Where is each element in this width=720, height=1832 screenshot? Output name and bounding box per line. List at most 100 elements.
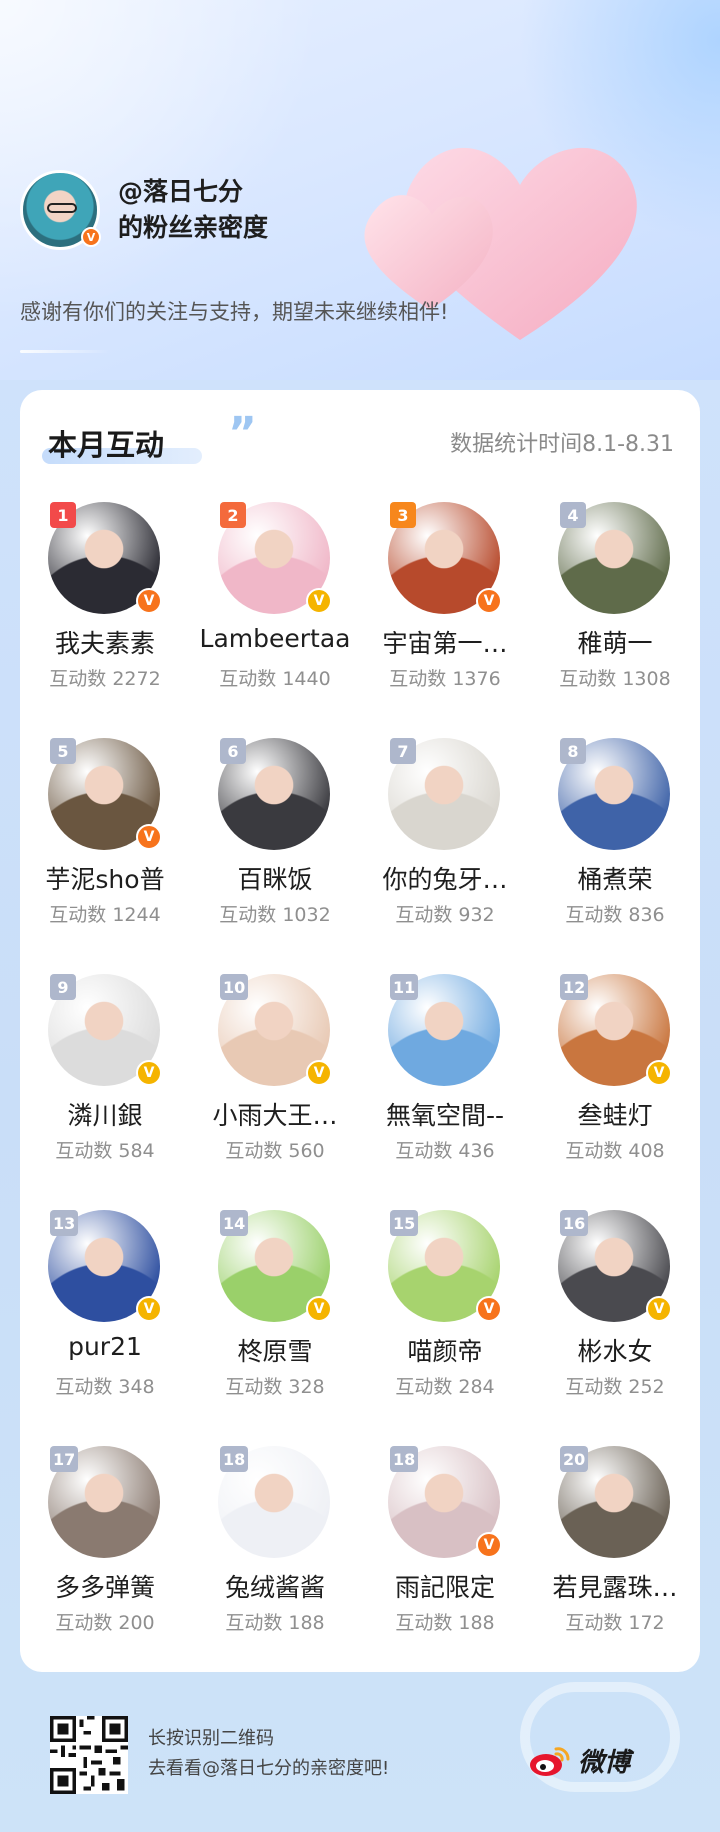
interaction-count: 互动数 188	[225, 1612, 325, 1634]
rank-badge: 4	[560, 502, 586, 528]
interaction-count: 互动数 284	[395, 1376, 495, 1398]
interaction-count: 互动数 836	[565, 904, 665, 926]
interaction-count: 互动数 436	[395, 1140, 495, 1162]
interaction-count: 互动数 2272	[49, 668, 161, 690]
fan-item[interactable]: 7 你的兔牙… 互动数 932	[360, 738, 530, 974]
rank-badge: 8	[560, 738, 586, 764]
fan-item[interactable]: 6 百眯饭 互动数 1032	[190, 738, 360, 974]
verified-badge-icon: V	[306, 1296, 332, 1322]
fan-item[interactable]: 10 V 小雨大王… 互动数 560	[190, 974, 360, 1210]
rank-badge: 12	[560, 974, 589, 1000]
fan-name: 喵颜帝	[407, 1337, 483, 1366]
profile-header: V @落日七分 的粉丝亲密度	[20, 170, 268, 250]
fan-item[interactable]: 2 V Lambeertaa 互动数 1440	[190, 502, 360, 738]
fan-item[interactable]: 17 多多弹簧互动数 200	[20, 1446, 190, 1682]
fan-avatar-wrap: 3V	[388, 502, 502, 614]
verified-badge-icon: V	[646, 1060, 672, 1086]
rank-badge: 14	[220, 1210, 249, 1236]
interaction-count: 互动数 1376	[389, 668, 501, 690]
fan-avatar-wrap: 7	[388, 738, 500, 850]
card-title: 本月互动	[48, 428, 165, 462]
fan-item[interactable]: 18 V 雨記限定 互动数 188	[360, 1446, 530, 1682]
fan-item[interactable]: 1 V 我夫素素互动数 2272	[20, 502, 190, 738]
fan-name: 多多弹簧	[54, 1573, 155, 1602]
verified-badge-icon: V	[476, 1296, 502, 1322]
fan-avatar-wrap: 12 V	[558, 974, 672, 1086]
fan-item[interactable]: 15 V 喵颜帝互动数 284	[360, 1210, 530, 1446]
interaction-count: 互动数 200	[55, 1612, 155, 1634]
avatar[interactable]: V	[20, 170, 101, 250]
fan-name: 潾川銀	[67, 1101, 143, 1130]
fan-avatar-wrap: 10 V	[218, 974, 332, 1086]
fan-item[interactable]: 3 V 宇宙第一… 互动数 1376	[360, 502, 530, 738]
verified-badge-icon: V	[476, 588, 502, 614]
fan-item[interactable]: 14 V 柊原雪 互动数 328	[190, 1210, 360, 1446]
profile-name[interactable]: @落日七分	[118, 174, 268, 210]
weibo-brand-label: 微博	[578, 1748, 631, 1778]
rank-badge: 10	[220, 974, 249, 1000]
fan-avatar-wrap: 2V	[218, 502, 332, 614]
interaction-count: 互动数 1440	[219, 668, 331, 690]
monthly-interaction-card: 本月互动 ” 数据统计时间8.1-8.31 1 V 我夫素素 互动数 2272 2 V La…	[20, 390, 700, 1672]
verified-badge-icon: V	[136, 824, 162, 850]
thanks-text: 感谢有你们的关注与支持，期望未来继续相伴!	[20, 300, 449, 324]
fan-avatar-wrap: 8	[558, 738, 670, 850]
rank-badge: 20	[560, 1446, 589, 1472]
interaction-count: 互动数 172	[565, 1612, 665, 1634]
verified-badge-icon: V	[81, 227, 101, 247]
glasses-decoration	[47, 203, 77, 213]
fan-name: 叁蛙灯	[577, 1101, 653, 1130]
interaction-count: 互动数 328	[225, 1376, 325, 1398]
fan-item[interactable]: 13 Vpur21 互动数 348	[20, 1210, 190, 1446]
card-header: 本月互动 ”	[42, 408, 257, 464]
interaction-count: 互动数 1308	[559, 668, 671, 690]
fan-item[interactable]: 9 V 潾川銀互动数 584	[20, 974, 190, 1210]
fan-item[interactable]: 18 兔绒酱酱互动数 188	[190, 1446, 360, 1682]
fan-avatar-wrap: 15 V	[388, 1210, 502, 1322]
fan-item[interactable]: 5 V 芋泥sho普 互动数 1244	[20, 738, 190, 974]
rank-badge: 3	[390, 502, 416, 528]
interaction-count: 互动数 252	[565, 1376, 665, 1398]
fan-avatar-wrap: 13 V	[48, 1210, 162, 1322]
weibo-logo-icon	[530, 1746, 570, 1776]
fan-item[interactable]: 16 V 彬水女 互动数 252	[530, 1210, 700, 1446]
fan-item[interactable]: 8 桶煮荣 互动数 836	[530, 738, 700, 974]
fan-name: 你的兔牙…	[382, 865, 508, 894]
fan-avatar-wrap: 5V	[48, 738, 162, 850]
fan-avatar-wrap: 1V	[48, 502, 162, 614]
fan-avatar-wrap: 14 V	[218, 1210, 332, 1322]
divider	[20, 350, 110, 353]
weibo-brand[interactable]: 微博	[528, 1742, 630, 1779]
interaction-count: 互动数 932	[395, 904, 495, 926]
fan-name: 雨記限定	[394, 1573, 495, 1602]
rank-badge: 1	[50, 502, 76, 528]
rank-badge: 17	[50, 1446, 79, 1472]
fan-name: Lambeertaa	[199, 624, 351, 653]
rank-badge: 16	[560, 1210, 589, 1236]
fan-avatar-wrap: 9V	[48, 974, 162, 1086]
rank-badge: 7	[390, 738, 416, 764]
fan-name: 稚萌一	[577, 629, 653, 658]
rank-badge: 18	[390, 1446, 419, 1472]
fan-item[interactable]: 11 無氧空間-- 互动数 436	[360, 974, 530, 1210]
fan-name: 我夫素素	[54, 629, 155, 658]
verified-badge-icon: V	[476, 1532, 502, 1558]
fan-avatar-wrap: 4	[558, 502, 670, 614]
qr-code-icon[interactable]	[50, 1716, 128, 1794]
fan-avatar-wrap: 6	[218, 738, 330, 850]
footer: 长按识别二维码 去看看@落日七分的亲密度吧! 微博	[0, 1672, 720, 1832]
fan-avatar-wrap: 11	[388, 974, 500, 1086]
header-background: V @落日七分 的粉丝亲密度 感谢有你们的关注与支持，期望未来继续相伴!	[0, 0, 720, 380]
verified-badge-icon: V	[306, 588, 332, 614]
profile-subtitle: 的粉丝亲密度	[118, 213, 269, 242]
rank-badge: 18	[220, 1446, 249, 1472]
interaction-count: 互动数 584	[55, 1140, 155, 1162]
fan-item[interactable]: 4 稚萌一互动数 1308	[530, 502, 700, 738]
fan-item[interactable]: 12 V 叁蛙灯 互动数 408	[530, 974, 700, 1210]
footer-line-2: 去看看@落日七分的亲密度吧!	[148, 1758, 390, 1779]
interaction-count: 互动数 1032	[219, 904, 331, 926]
fan-item[interactable]: 20 若見露珠… 互动数 172	[530, 1446, 700, 1682]
fan-name: 兔绒酱酱	[224, 1573, 325, 1602]
rank-badge: 11	[390, 974, 419, 1000]
rank-badge: 2	[220, 502, 246, 528]
